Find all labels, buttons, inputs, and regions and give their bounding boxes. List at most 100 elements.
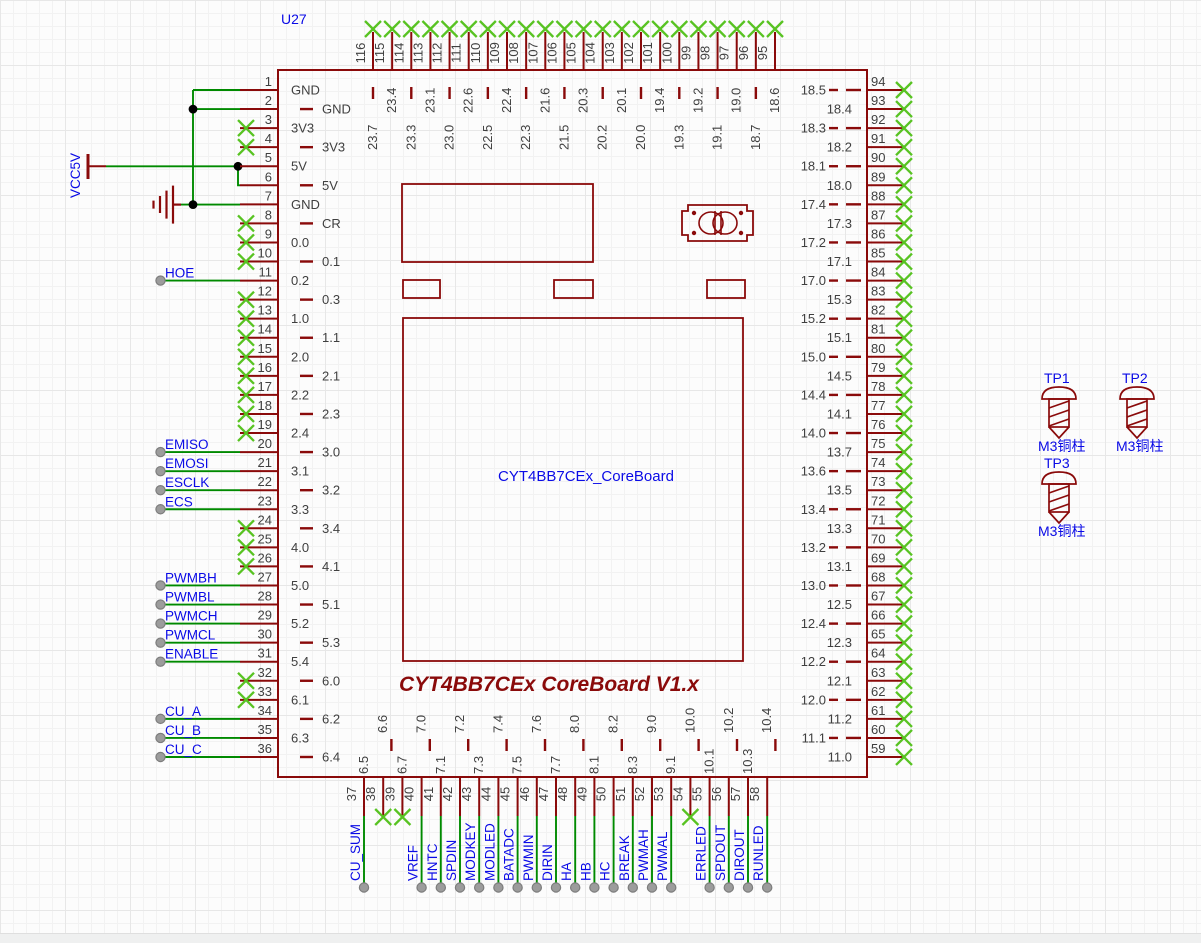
pin-110[interactable]: 11022.5 [468, 21, 496, 150]
net-label-VREF[interactable]: VREF [406, 845, 421, 881]
chip-body[interactable] [278, 70, 867, 777]
pin-91[interactable]: 9118.2 [827, 131, 912, 155]
pin-76[interactable]: 7614.0 [801, 417, 912, 441]
pin-19[interactable]: 192.4 [238, 417, 309, 441]
pin-100[interactable]: 10019.3 [659, 21, 687, 150]
pin-112[interactable]: 11223.0 [430, 21, 458, 150]
net-port-dot[interactable] [647, 883, 656, 892]
net-port-dot[interactable] [724, 883, 733, 892]
pin-31[interactable]: 315.4ENABLE [156, 646, 309, 670]
net-label-HOE[interactable]: HOE [165, 266, 194, 281]
net-port-dot[interactable] [156, 447, 165, 456]
net-port-dot[interactable] [156, 752, 165, 761]
pin-33[interactable]: 336.1 [238, 684, 309, 708]
net-port-dot[interactable] [532, 883, 541, 892]
pin-84[interactable]: 8417.0 [801, 265, 912, 289]
board-title[interactable]: CYT4BB7CEx CoreBoard V1.x [399, 673, 700, 696]
pin-92[interactable]: 9218.3 [801, 112, 912, 136]
pin-68[interactable]: 6813.0 [801, 569, 912, 593]
net-label-SPDOUT[interactable]: SPDOUT [713, 825, 728, 881]
pin-103[interactable]: 10320.1 [602, 21, 630, 113]
net-port-dot[interactable] [417, 883, 426, 892]
net-port-dot[interactable] [743, 883, 752, 892]
pin-75[interactable]: 7513.7 [827, 436, 912, 460]
net-port-dot[interactable] [156, 276, 165, 285]
net-label-EMOSI[interactable]: EMOSI [165, 456, 209, 471]
pin-94[interactable]: 9418.5 [801, 74, 912, 98]
pin-95[interactable]: 9518.6 [755, 21, 783, 113]
pin-74[interactable]: 7413.6 [801, 455, 912, 479]
net-port-dot[interactable] [156, 714, 165, 723]
net-port-dot[interactable] [156, 619, 165, 628]
net-port-dot[interactable] [705, 883, 714, 892]
net-port-dot[interactable] [571, 883, 580, 892]
net-port-dot[interactable] [156, 467, 165, 476]
net-label-EMISO[interactable]: EMISO [165, 437, 209, 452]
refdes-label[interactable]: U27 [281, 11, 307, 27]
net-label-PWMAH[interactable]: PWMAH [636, 829, 651, 881]
net-port-dot[interactable] [156, 733, 165, 742]
net-label-ECS[interactable]: ECS [165, 494, 193, 509]
net-port-dot[interactable] [455, 883, 464, 892]
net-label-HB[interactable]: HB [578, 862, 593, 881]
pin-66[interactable]: 6612.4 [801, 608, 912, 632]
pin-83[interactable]: 8315.3 [827, 284, 912, 308]
net-label-PWMCH[interactable]: PWMCH [165, 609, 218, 624]
testpoint-TP2[interactable]: TP2M3铜柱 [1116, 370, 1163, 454]
pin-85[interactable]: 8517.1 [827, 246, 912, 270]
pin-114[interactable]: 11423.3 [391, 21, 419, 150]
pin-87[interactable]: 8717.3 [827, 207, 912, 231]
pin-5[interactable]: 55V [240, 150, 307, 174]
net-label-PWMBL[interactable]: PWMBL [165, 590, 215, 605]
pin-63[interactable]: 6312.1 [827, 665, 912, 689]
net-label-PWMAL[interactable]: PWMAL [655, 831, 670, 881]
net-port-dot[interactable] [156, 505, 165, 514]
pin-80[interactable]: 8015.0 [801, 341, 912, 365]
pin-23[interactable]: 233.3ECS [156, 493, 309, 517]
net-port-dot[interactable] [494, 883, 503, 892]
pin-108[interactable]: 10822.3 [506, 21, 534, 150]
pin-58[interactable]: 5810.4RUNLED [747, 708, 776, 892]
net-label-ENABLE[interactable]: ENABLE [165, 647, 218, 662]
pin-106[interactable]: 10621.5 [544, 21, 572, 150]
net-label-CU_B[interactable]: CU_B [165, 723, 201, 738]
net-label-ERRLED[interactable]: ERRLED [694, 826, 709, 881]
net-port-dot[interactable] [551, 883, 560, 892]
pin-59[interactable]: 5911.0 [828, 741, 912, 765]
net-port-dot[interactable] [156, 581, 165, 590]
net-port-dot[interactable] [609, 883, 618, 892]
pin-81[interactable]: 8115.1 [827, 322, 912, 346]
pin-116[interactable]: 11623.7 [353, 21, 381, 150]
net-port-dot[interactable] [156, 638, 165, 647]
pin-67[interactable]: 6712.5 [827, 589, 912, 613]
ground-symbol[interactable] [154, 186, 182, 224]
pin-62[interactable]: 6212.0 [801, 684, 912, 708]
testpoint-TP1[interactable]: TP1M3铜柱 [1038, 370, 1085, 454]
pin-1[interactable]: 1GND [240, 74, 320, 98]
pin-71[interactable]: 7113.3 [827, 512, 912, 536]
net-label-DIRIN[interactable]: DIRIN [540, 844, 555, 881]
pin-107[interactable]: 10721.6 [525, 21, 553, 113]
net-label-HA[interactable]: HA [559, 862, 574, 881]
net-label-CU_SUM[interactable]: CU_SUM [348, 824, 363, 881]
pin-79[interactable]: 7914.5 [827, 360, 912, 384]
pin-6[interactable]: 65V [240, 169, 338, 193]
pin-36[interactable]: 366.4CU_C [156, 741, 340, 765]
net-port-dot[interactable] [436, 883, 445, 892]
net-label-HC[interactable]: HC [598, 861, 613, 881]
pin-89[interactable]: 8918.0 [827, 169, 912, 193]
net-label-BATADC[interactable]: BATADC [502, 828, 517, 881]
pin-73[interactable]: 7313.5 [827, 474, 912, 498]
net-port-dot[interactable] [156, 486, 165, 495]
net-label-SPDIN[interactable]: SPDIN [444, 840, 459, 881]
pin-70[interactable]: 7013.2 [801, 531, 912, 555]
pin-65[interactable]: 6512.3 [827, 627, 912, 651]
pin-9[interactable]: 90.0 [238, 226, 309, 250]
pin-69[interactable]: 6913.1 [827, 550, 912, 574]
pin-8[interactable]: 8CR [238, 207, 341, 231]
pin-15[interactable]: 152.0 [238, 341, 309, 365]
pin-3[interactable]: 33V3 [238, 112, 314, 136]
net-port-dot[interactable] [513, 883, 522, 892]
pin-98[interactable]: 9819.1 [698, 21, 726, 150]
net-label-RUNLED[interactable]: RUNLED [751, 825, 766, 881]
